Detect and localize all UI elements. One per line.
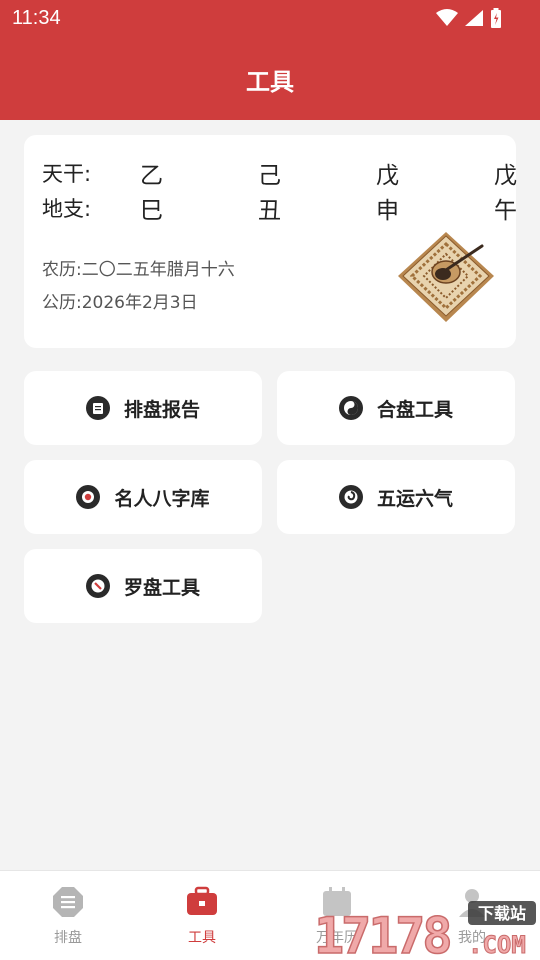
wifi-icon	[436, 9, 458, 26]
site-watermark-logo: 下载站 17178 .COM	[313, 901, 536, 957]
tool-hepan-label: 合盘工具	[376, 398, 453, 421]
report-icon	[85, 396, 110, 420]
tiangan-month: 己	[258, 163, 281, 189]
cell-signal-icon	[465, 10, 483, 26]
dizhi-day: 申	[376, 198, 399, 224]
tool-report-label: 排盘报告	[123, 398, 200, 421]
tool-report-button[interactable]: 排盘报告	[24, 371, 262, 445]
toolbox-icon	[187, 886, 217, 915]
tiangan-day: 戊	[376, 163, 399, 189]
tiangan-label: 天干:	[42, 162, 92, 186]
tool-hepan-button[interactable]: 合盘工具	[277, 371, 515, 445]
tool-wuyun-label: 五运六气	[376, 487, 453, 510]
tool-luopan-label: 罗盘工具	[123, 576, 200, 599]
luopan-compass-illustration	[398, 232, 494, 322]
battery-icon	[491, 8, 501, 28]
nav-tab-tools[interactable]: 工具	[152, 885, 252, 947]
tiangan-year: 乙	[140, 163, 163, 189]
dizhi-month: 丑	[258, 198, 281, 224]
tool-celebrity-label: 名人八字库	[114, 487, 210, 510]
yin-yang-icon	[338, 396, 363, 420]
nav-label-paipan: 排盘	[54, 930, 82, 946]
dizhi-hour: 午	[494, 198, 517, 224]
tool-celebrity-button[interactable]: 名人八字库	[24, 460, 262, 534]
dizhi-year: 巳	[140, 198, 163, 224]
spiral-icon	[338, 485, 363, 509]
svg-text:.COM: .COM	[468, 931, 526, 957]
tiangan-row: 天干: 乙 己 戊 戊	[42, 157, 517, 189]
app-header: 11:34 工具	[0, 0, 540, 120]
nav-label-tools: 工具	[188, 930, 216, 946]
lunar-date: 农历:二〇二五年腊月十六	[42, 260, 235, 280]
tiangan-hour: 戊	[494, 163, 517, 189]
tool-wuyun-button[interactable]: 五运六气	[277, 460, 515, 534]
tool-luopan-button[interactable]: 罗盘工具	[24, 549, 262, 623]
dizhi-label: 地支:	[42, 197, 92, 221]
nav-tab-paipan[interactable]: 排盘	[18, 885, 118, 947]
page-title: 工具	[246, 68, 294, 96]
bazi-card: 天干: 乙 己 戊 戊 地支: 巳 丑 申 午 农历:二〇二五年腊月十六 公历:…	[24, 135, 517, 348]
celebrity-icon	[76, 485, 101, 509]
status-icons	[436, 8, 502, 28]
paipan-icon	[53, 887, 83, 917]
svg-text:下载站: 下载站	[478, 904, 526, 923]
dizhi-row: 地支: 巳 丑 申 午	[42, 192, 517, 224]
status-time: 11:34	[12, 7, 61, 29]
status-bar: 11:34	[0, 0, 540, 38]
svg-text:17178: 17178	[314, 907, 450, 957]
solar-date: 公历:2026年2月3日	[42, 293, 198, 313]
compass-icon	[85, 574, 110, 598]
